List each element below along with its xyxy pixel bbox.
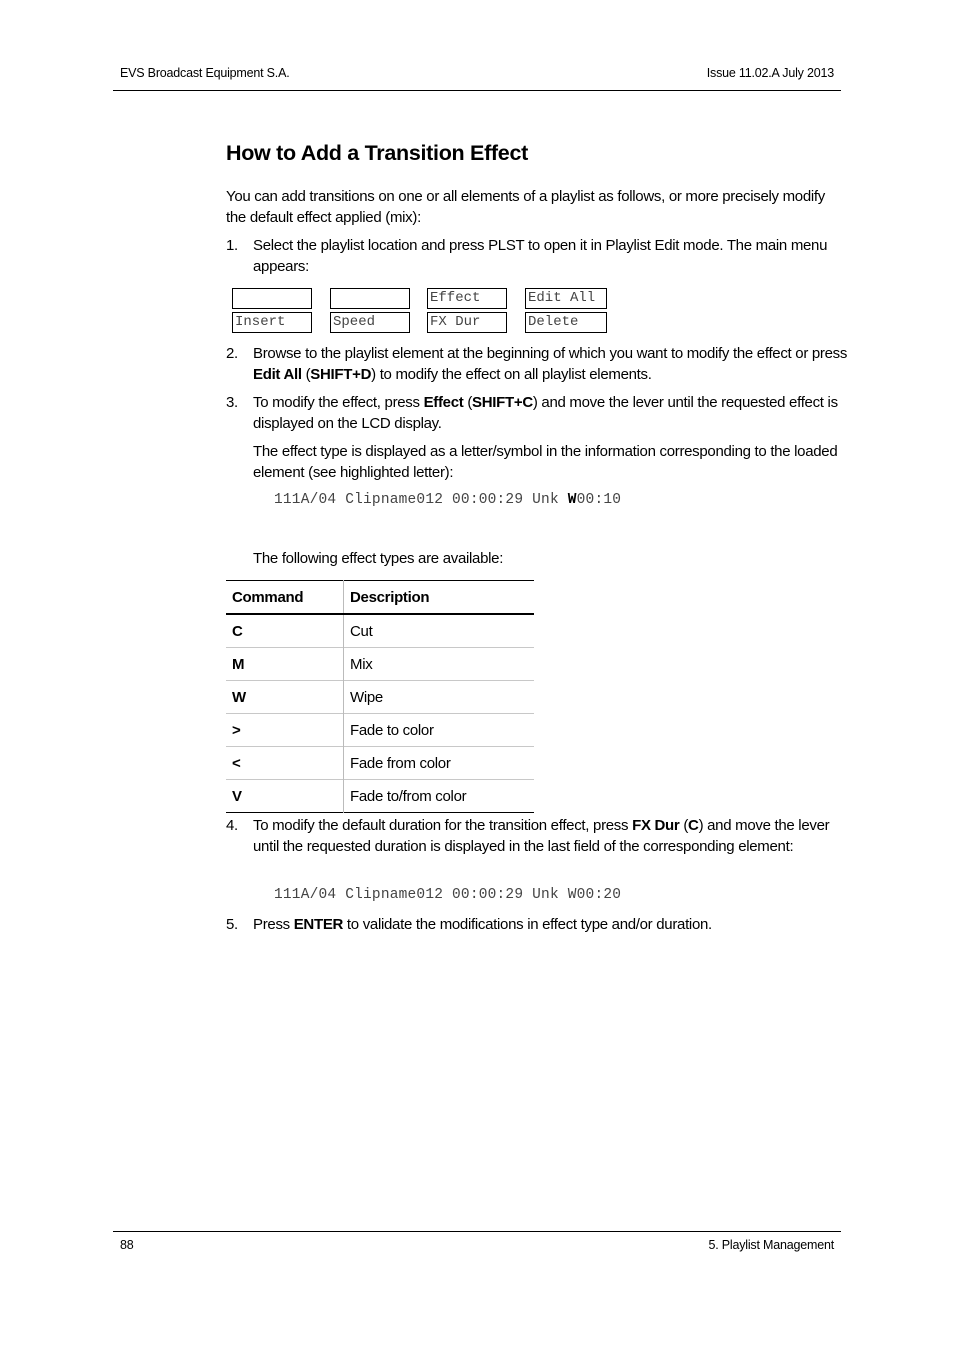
description-cell: Mix — [350, 655, 373, 673]
footer-rule — [113, 1231, 841, 1232]
highlighted-effect-letter: W — [567, 492, 577, 508]
column-header-description: Description — [350, 588, 430, 606]
page-title: How to Add a Transition Effect — [226, 141, 528, 165]
lcd-key-bottom: Insert — [232, 312, 312, 333]
table-row: W Wipe — [226, 680, 534, 714]
step-text: Select the playlist location and press P… — [253, 237, 828, 275]
description-cell: Fade from color — [350, 754, 451, 772]
command-cell: W — [226, 680, 344, 714]
step-3-note: The effect type is displayed as a letter… — [253, 443, 838, 481]
lcd-key-2: Speed — [330, 288, 410, 334]
lcd-key-1: Insert — [232, 288, 312, 334]
command-cell: M — [226, 647, 344, 681]
table-row: C Cut — [226, 614, 534, 648]
step-number: 2. — [226, 345, 238, 362]
description-cell: Cut — [350, 622, 373, 640]
description-cell: Fade to color — [350, 721, 434, 739]
lcd-key-top: Edit All — [525, 288, 607, 309]
table-row: M Mix — [226, 647, 534, 681]
command-cell: V — [226, 779, 344, 813]
lcd-key-4: Edit All Delete — [525, 288, 607, 334]
step-text: Browse to the playlist element at the be… — [253, 345, 848, 383]
lcd-key-bottom: FX Dur — [427, 312, 507, 333]
table-row: < Fade from color — [226, 746, 534, 780]
lcd-key-bottom: Speed — [330, 312, 410, 333]
intro-paragraph: You can add transitions on one or all el… — [226, 188, 825, 226]
lcd-key-top: Effect — [427, 288, 507, 309]
lcd-key-bottom: Delete — [525, 312, 607, 333]
header-rule — [113, 90, 841, 91]
step-number: 1. — [226, 237, 238, 254]
header-issue: Issue 11.02.A July 2013 — [706, 66, 834, 80]
step-text: Press ENTER to validate the modification… — [253, 916, 712, 933]
table-row: V Fade to/from color — [226, 779, 534, 813]
header-company: EVS Broadcast Equipment S.A. — [120, 66, 290, 80]
effects-table: Command Description C Cut M Mix W Wipe > Fad… — [226, 580, 534, 813]
lcd-key-top — [330, 288, 410, 309]
effects-intro: The following effect types are available… — [253, 550, 504, 567]
command-cell: < — [226, 746, 344, 780]
step-number: 5. — [226, 916, 238, 933]
step-text: To modify the effect, press Effect (SHIF… — [253, 394, 838, 432]
description-cell: Fade to/from color — [350, 787, 467, 805]
table-row: > Fade to color — [226, 713, 534, 747]
lcd-key-top — [232, 288, 312, 309]
command-cell: C — [226, 614, 344, 648]
table-header-row: Command Description — [226, 580, 534, 614]
lcd-display-line: 111A/04 Clipname012 00:00:29 Unk W00:10 — [274, 492, 622, 508]
lcd-key-3: Effect FX Dur — [427, 288, 507, 334]
column-header-command: Command — [226, 580, 344, 614]
step-number: 3. — [226, 394, 238, 411]
description-cell: Wipe — [350, 688, 383, 706]
step-text: To modify the default duration for the t… — [253, 817, 830, 855]
page-number: 88 — [120, 1238, 134, 1252]
chapter-title: 5. Playlist Management — [708, 1238, 834, 1252]
lcd-display-line-duration: 111A/04 Clipname012 00:00:29 Unk W00:20 — [274, 887, 622, 903]
command-cell: > — [226, 713, 344, 747]
step-number: 4. — [226, 817, 238, 834]
